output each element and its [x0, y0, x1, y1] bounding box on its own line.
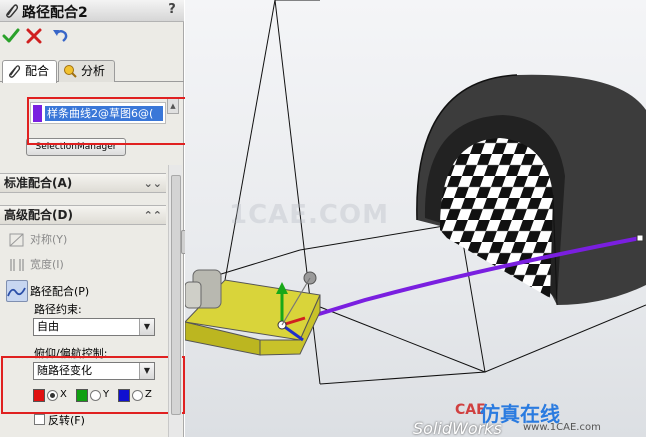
- property-manager-panel: 路径配合2 ? 配合 分析 样条曲线2@草图6@( ▲ SelectionMan…: [0, 0, 191, 437]
- path-mate-icon: [7, 287, 26, 297]
- flip-checkbox[interactable]: [34, 414, 45, 425]
- panel-title: 路径配合2: [22, 5, 88, 21]
- brand-website: www.1CAE.com: [523, 422, 601, 433]
- standard-mates-header[interactable]: 标准配合(A) ⌄⌄: [0, 173, 166, 193]
- path-constraint-value: 自由: [37, 320, 59, 333]
- width-mate-option[interactable]: 宽度(I): [6, 256, 166, 274]
- panel-scrollbar-thumb[interactable]: [171, 175, 181, 415]
- analysis-icon: [64, 65, 77, 78]
- paperclip-icon: [9, 65, 21, 78]
- width-icon: [10, 259, 24, 271]
- width-label: 宽度(I): [30, 258, 64, 271]
- spline-endpoint: [636, 234, 644, 242]
- chevron-up-icon: ⌃⌃: [143, 209, 162, 222]
- advanced-mates-label: 高级配合(D): [4, 208, 73, 222]
- symmetric-mate-option[interactable]: 对称(Y): [6, 231, 166, 249]
- path-constraint-label: 路径约束:: [34, 303, 82, 316]
- symmetric-icon: [9, 233, 24, 247]
- chevron-down-icon: ⌄⌄: [143, 177, 162, 190]
- panel-scrollbar[interactable]: [168, 165, 182, 437]
- path-constraint-select[interactable]: 自由 ▼: [33, 318, 155, 336]
- panel-titlebar: 路径配合2 ?: [0, 0, 184, 22]
- tab-analysis[interactable]: 分析: [58, 60, 115, 82]
- ok-icon[interactable]: [2, 27, 20, 45]
- highlight-box-pitch-yaw: [1, 356, 185, 414]
- tunnel-model: [416, 74, 646, 306]
- flip-label: 反转(F): [48, 414, 85, 427]
- tab-mates[interactable]: 配合: [2, 60, 57, 83]
- standard-mates-label: 标准配合(A): [4, 176, 73, 190]
- slider-block: [185, 269, 321, 356]
- panel-tabs: 配合 分析: [0, 60, 184, 83]
- dropdown-arrow-icon: ▼: [139, 319, 154, 335]
- path-mate-option[interactable]: 路径配合(P): [6, 283, 166, 301]
- path-mate-label: 路径配合(P): [30, 285, 90, 298]
- graphics-viewport[interactable]: 1CAE.COM SolidWorks CAE 仿真在线 www.1CAE.co…: [185, 0, 646, 437]
- paperclip-icon: [6, 4, 19, 18]
- undo-icon[interactable]: [51, 27, 69, 45]
- cancel-icon[interactable]: [25, 27, 43, 45]
- watermark-text: 1CAE.COM: [229, 200, 389, 230]
- symmetric-label: 对称(Y): [30, 233, 68, 246]
- tab-analysis-label: 分析: [81, 64, 106, 78]
- help-button[interactable]: ?: [164, 2, 180, 19]
- highlight-box-selection: [27, 97, 190, 145]
- tab-mates-label: 配合: [25, 64, 50, 78]
- advanced-mates-header[interactable]: 高级配合(D) ⌃⌃: [0, 205, 166, 225]
